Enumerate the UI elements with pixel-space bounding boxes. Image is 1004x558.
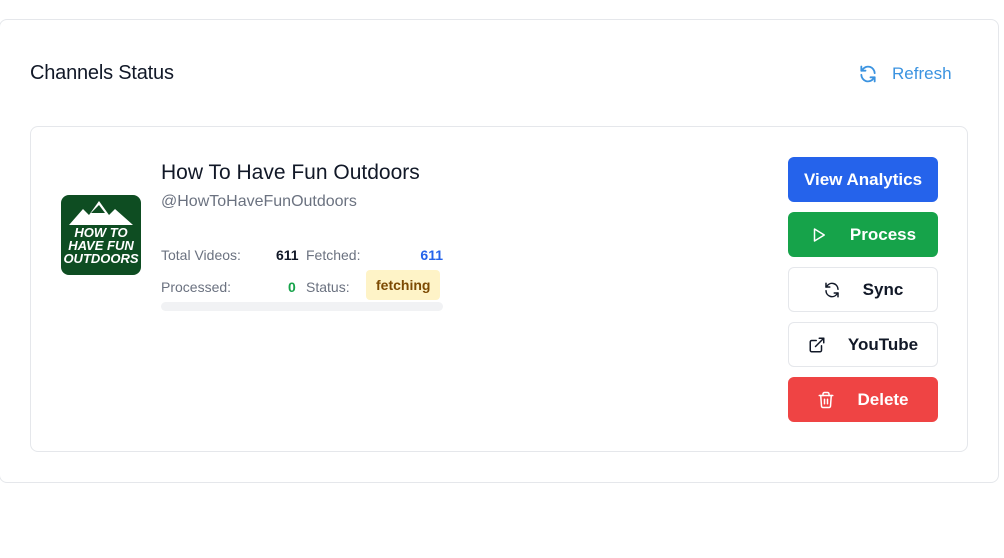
process-button[interactable]: Process [788, 212, 938, 257]
refresh-icon [860, 65, 876, 83]
processed-value: 0 [288, 279, 296, 295]
status-label: Status: [306, 279, 350, 295]
play-icon [813, 227, 825, 242]
view-analytics-button[interactable]: View Analytics [788, 157, 938, 202]
progress-bar [161, 302, 443, 311]
status-badge: fetching [366, 270, 441, 300]
total-videos-value: 611 [276, 247, 299, 263]
youtube-button[interactable]: YouTube [788, 322, 938, 367]
process-label: Process [849, 224, 917, 244]
delete-label: Delete [857, 389, 909, 409]
channel-actions: View Analytics Process Sync YouTube Dele… [788, 157, 938, 432]
external-link-icon [809, 337, 825, 352]
channel-card: HOW TO HAVE FUN OUTDOORS How To Have Fun… [30, 126, 968, 452]
processed-label: Processed: [161, 279, 232, 295]
refresh-label: Refresh [892, 64, 952, 83]
fetched-label: Fetched: [306, 247, 361, 263]
total-videos-label: Total Videos: [161, 247, 241, 263]
channel-name: How To Have Fun Outdoors [161, 161, 420, 184]
sync-button[interactable]: Sync [788, 267, 938, 312]
logo-text-3: OUTDOORS [63, 251, 138, 266]
fetched-value: 611 [420, 247, 443, 263]
panel-title: Channels Status [30, 62, 174, 84]
sync-icon [824, 282, 839, 297]
channel-handle: @HowToHaveFunOutdoors [161, 193, 357, 210]
refresh-button[interactable]: Refresh [858, 61, 952, 87]
delete-button[interactable]: Delete [788, 377, 938, 422]
view-analytics-label: View Analytics [803, 169, 923, 189]
channel-logo: HOW TO HAVE FUN OUTDOORS [61, 195, 141, 275]
channels-status-panel: Channels Status Refresh HOW TO HAVE FUN … [0, 19, 999, 483]
sync-label: Sync [862, 279, 904, 299]
youtube-label: YouTube [847, 334, 919, 354]
trash-icon [818, 391, 834, 408]
channel-info: How To Have Fun Outdoors @HowToHaveFunOu… [161, 161, 443, 311]
